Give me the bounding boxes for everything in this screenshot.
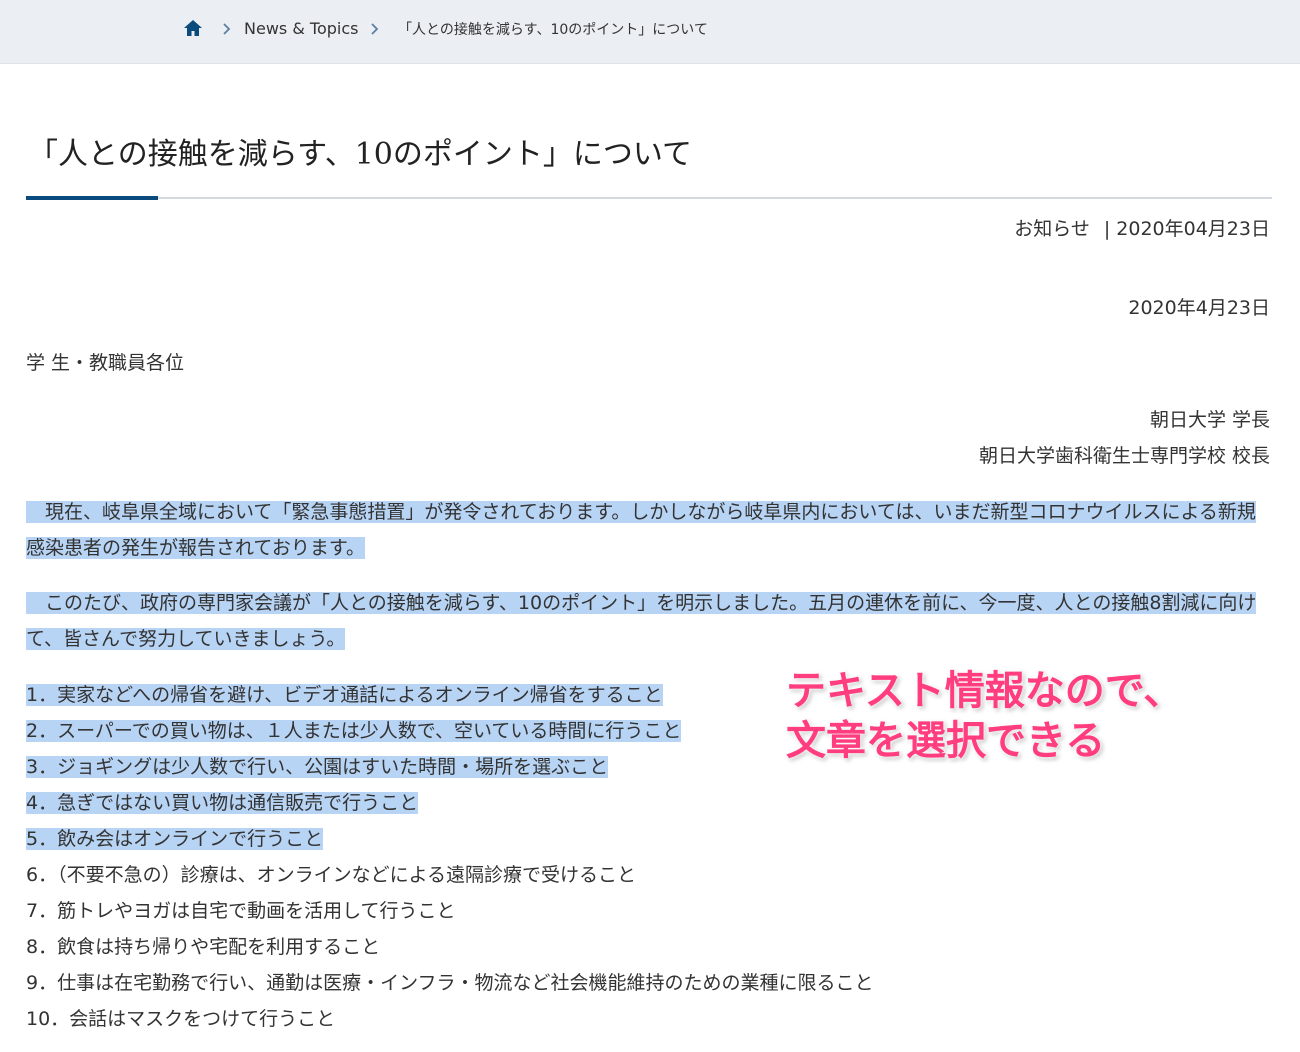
selected-text: このたび、政府の専門家会議が「人との接触を減らす、10のポイント」を明示しました… [26, 592, 1257, 650]
published-date: 2020年04月23日 [1116, 218, 1270, 240]
list-item: 5．飲み会はオンラインで行うこと [26, 821, 874, 857]
body-paragraph: 現在、岐阜県全域において「緊急事態措置」が発令されております。しかしながら岐阜県… [26, 494, 1266, 566]
list-item-text: 1．実家などへの帰省を避け、ビデオ通話によるオンライン帰省をすること [26, 684, 663, 706]
signatory-president: 朝日大学 学長 [1149, 409, 1270, 431]
title-divider [26, 197, 1272, 199]
list-item-text: 3．ジョギングは少人数で行い、公園はすいた時間・場所を選ぶこと [26, 756, 609, 778]
signatory-principal: 朝日大学歯科衛生士専門学校 校長 [978, 445, 1270, 467]
list-item-text: 4．急ぎではない買い物は通信販売で行うこと [26, 792, 419, 814]
annotation-line: 文章を選択できる [786, 718, 1106, 764]
annotation-line: テキスト情報なので、 [786, 668, 1184, 714]
chevron-right-icon [222, 21, 232, 37]
points-list: 1．実家などへの帰省を避け、ビデオ通話によるオンライン帰省をすること 2．スーパ… [26, 677, 874, 1037]
list-item: 9．仕事は在宅勤務で行い、通勤は医療・インフラ・物流など社会機能維持のための業種… [26, 965, 874, 1001]
list-item-text: 7．筋トレやヨガは自宅で動画を活用して行うこと [26, 900, 456, 922]
selected-text: 現在、岐阜県全域において「緊急事態措置」が発令されております。しかしながら岐阜県… [26, 501, 1256, 559]
list-item-text: 9．仕事は在宅勤務で行い、通勤は医療・インフラ・物流など社会機能維持のための業種… [26, 972, 874, 994]
body-paragraph: このたび、政府の専門家会議が「人との接触を減らす、10のポイント」を明示しました… [26, 585, 1266, 657]
addressee: 学 生・教職員各位 [26, 352, 185, 374]
breadcrumb-news-topics[interactable]: News & Topics [244, 18, 358, 40]
list-item: 4．急ぎではない買い物は通信販売で行うこと [26, 785, 874, 821]
meta-separator: | [1103, 218, 1111, 240]
annotation-callout: テキスト情報なので、 文章を選択できる [786, 666, 1183, 766]
breadcrumb: News & Topics 「人との接触を減らす、10のポイント」について [0, 0, 1300, 64]
title-accent-bar [26, 196, 158, 200]
letter-date: 2020年4月23日 [1128, 297, 1270, 319]
list-item: 1．実家などへの帰省を避け、ビデオ通話によるオンライン帰省をすること [26, 677, 874, 713]
article-meta: お知らせ | 2020年04月23日 [1014, 216, 1270, 242]
list-item-text: 10．会話はマスクをつけて行うこと [26, 1008, 336, 1030]
category-label: お知らせ [1014, 218, 1090, 240]
list-item: 10．会話はマスクをつけて行うこと [26, 1001, 874, 1037]
list-item: 8．飲食は持ち帰りや宅配を利用すること [26, 929, 874, 965]
list-item-text: 8．飲食は持ち帰りや宅配を利用すること [26, 936, 381, 958]
list-item: 3．ジョギングは少人数で行い、公園はすいた時間・場所を選ぶこと [26, 749, 874, 785]
home-icon[interactable] [183, 19, 203, 37]
list-item: 6．（不要不急の）診療は、オンラインなどによる遠隔診療で受けること [26, 857, 874, 893]
list-item: 7．筋トレやヨガは自宅で動画を活用して行うこと [26, 893, 874, 929]
list-item-text: 2．スーパーでの買い物は、１人または少人数で、空いている時間に行うこと [26, 720, 682, 742]
breadcrumb-current-page: 「人との接触を減らす、10のポイント」について [398, 22, 708, 38]
list-item: 2．スーパーでの買い物は、１人または少人数で、空いている時間に行うこと [26, 713, 874, 749]
page-title: 「人との接触を減らす、10のポイント」について [28, 137, 692, 172]
list-item-text: 6．（不要不急の）診療は、オンラインなどによる遠隔診療で受けること [26, 864, 637, 886]
list-item-text: 5．飲み会はオンラインで行うこと [26, 828, 324, 850]
chevron-right-icon [370, 21, 380, 37]
